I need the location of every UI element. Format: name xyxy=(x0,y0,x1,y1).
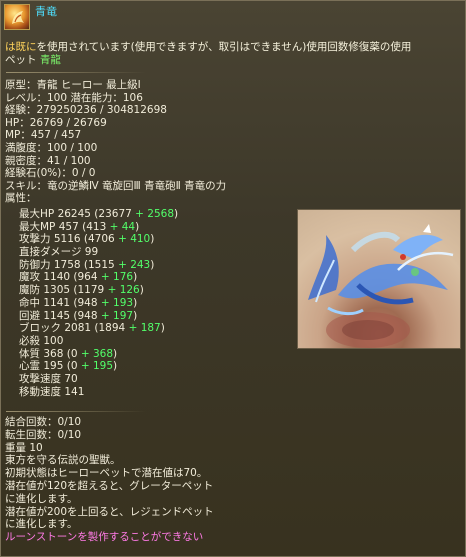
extra-info: 結合回数：0/10 転生回数：0/10 重量 10 東方を守る伝説の聖獣。 初期… xyxy=(5,416,214,544)
attribute-max-hp: 最大HP 26245 (23677 + 2568) xyxy=(19,208,179,220)
attribute-block: ブロック 2081 (1894 + 187) xyxy=(19,322,165,335)
description-line: 初期状態はヒーローペットで潜在値は70。 xyxy=(5,467,208,480)
attribute-defense: 防御力 1758 (1515 + 243) xyxy=(19,258,155,271)
blue-dragon-illustration xyxy=(308,224,454,348)
attribute-attack: 攻撃力 5116 (4706 + 410) xyxy=(19,233,155,246)
stat-hp: HP：26769 / 26769 xyxy=(5,116,107,129)
runestone-warning: ルーンストーンを製作することができない xyxy=(5,531,204,544)
stat-level: レベル：100 潜在能力：106 xyxy=(5,91,143,104)
item-tooltip: 青竜 は既にを使用されています(使用できますが、取引はできません)使用回数修復薬… xyxy=(0,0,466,557)
usage-notice-text: を使用されています(使用できますが、取引はできません)使用回数修復薬の使用 xyxy=(36,41,412,53)
attribute-constitution: 体質 368 (0 + 368) xyxy=(19,347,118,360)
description-line: 東方を守る伝説の聖獣。 xyxy=(5,454,121,467)
divider xyxy=(6,72,146,73)
pet-name: 青龍 xyxy=(39,54,61,66)
tooltip-header: 青竜 xyxy=(1,1,466,33)
item-name: 青竜 xyxy=(35,5,57,18)
stat-attributes-heading: 属性： xyxy=(5,192,37,205)
combine-count: 結合回数：0/10 xyxy=(5,416,82,428)
stat-fullness: 満腹度：100 / 100 xyxy=(5,141,98,154)
attribute-direct-damage: 直接ダメージ 99 xyxy=(19,246,99,259)
attribute-attack-speed: 攻撃速度 70 xyxy=(19,372,78,385)
stat-prototype: 原型：青龍 ヒーロー 最上級Ⅰ xyxy=(5,79,141,91)
description-line: 潜在値が200を上回ると、レジェンドペット xyxy=(5,505,214,518)
attribute-evasion: 回避 1145 (948 + 197) xyxy=(19,309,138,322)
description-line: に進化します。 xyxy=(5,492,78,505)
rebirth-count: 転生回数：0/10 xyxy=(5,428,82,441)
weight: 重量 10 xyxy=(5,441,43,454)
description-line: 潜在値が120を超えると、グレーターペット xyxy=(5,479,214,492)
stat-skills: スキル：竜の逆鱗Ⅳ 竜旋回Ⅲ 青竜砲Ⅱ 青竜の力 xyxy=(5,179,227,192)
stat-mp: MP：457 / 457 xyxy=(5,129,82,142)
pet-line: ペット 青龍 xyxy=(5,54,61,67)
pet-label: ペット xyxy=(5,54,37,66)
attribute-critical: 必殺 100 xyxy=(19,334,64,347)
attribute-spirit: 心霊 195 (0 + 195) xyxy=(19,360,118,373)
attribute-magic-attack: 魔攻 1140 (964 + 176) xyxy=(19,271,138,284)
attribute-accuracy: 命中 1141 (948 + 193) xyxy=(19,296,138,309)
attribute-move-speed: 移動速度 141 xyxy=(19,385,85,398)
blue-dragon-pet-image xyxy=(297,209,461,349)
stat-experience: 経験：279250236 / 304812698 xyxy=(5,104,167,117)
stats-list: 原型：青龍 ヒーロー 最上級Ⅰ レベル：100 潜在能力：106 経験：2792… xyxy=(5,79,226,205)
attribute-magic-defense: 魔防 1305 (1179 + 126) xyxy=(19,284,144,297)
usage-notice-highlight: は既に xyxy=(5,41,37,53)
blue-dragon-egg-icon xyxy=(4,4,30,30)
attribute-list: 最大HP 26245 (23677 + 2568) 最大MP 457 (413 … xyxy=(19,208,178,398)
stat-intimacy: 親密度：41 / 100 xyxy=(5,154,91,167)
divider xyxy=(6,411,146,412)
usage-notice: は既にを使用されています(使用できますが、取引はできません)使用回数修復薬の使用 xyxy=(5,41,411,54)
description-line: に進化します。 xyxy=(5,518,78,531)
attribute-max-mp: 最大MP 457 (413 + 44) xyxy=(19,220,140,233)
stat-exp-stone: 経験石(0%)：0 / 0 xyxy=(5,167,96,180)
